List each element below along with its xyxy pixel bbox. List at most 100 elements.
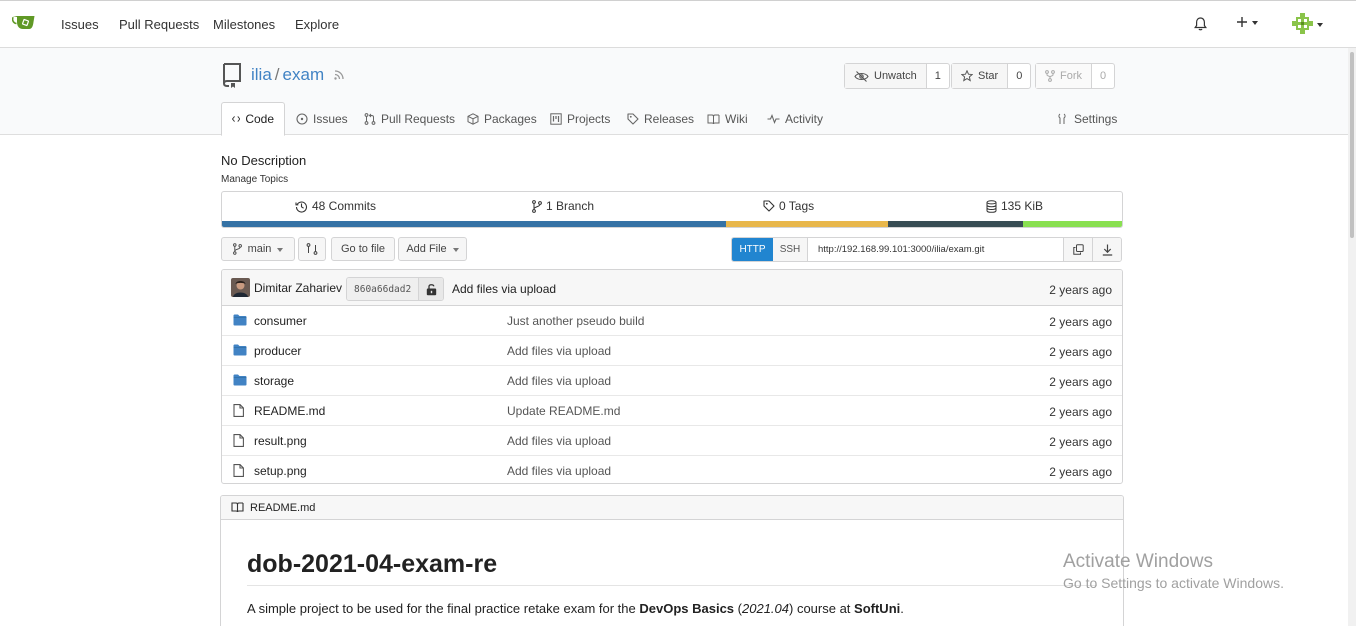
- star-button[interactable]: Star: [952, 64, 1009, 88]
- commit-author[interactable]: Dimitar Zahariev: [254, 281, 342, 295]
- nav-pull-requests-link[interactable]: Pull Requests: [119, 17, 199, 32]
- user-avatar-icon: [1292, 13, 1313, 34]
- commit-message[interactable]: Add files via upload: [452, 282, 556, 296]
- book-icon: [707, 114, 720, 124]
- copy-url-button[interactable]: [1063, 238, 1092, 261]
- notifications-bell-icon[interactable]: [1194, 17, 1207, 31]
- activate-windows-watermark: Activate Windows Go to Settings to activ…: [1063, 551, 1284, 591]
- gitea-logo-icon[interactable]: [12, 14, 36, 32]
- manage-topics-link[interactable]: Manage Topics: [221, 174, 288, 185]
- file-table: Dimitar Zahariev 860a66dad2 Add files vi…: [221, 269, 1123, 484]
- package-icon: [467, 113, 479, 125]
- star-count[interactable]: 0: [1008, 64, 1030, 88]
- fork-button-group: Fork 0: [1035, 63, 1116, 89]
- create-new-menu[interactable]: [1236, 16, 1258, 28]
- file-commit-message[interactable]: Just another pseudo build: [507, 314, 644, 328]
- author-avatar[interactable]: [231, 278, 250, 297]
- language-stats-bar[interactable]: [222, 221, 1122, 227]
- unwatch-button[interactable]: Unwatch: [845, 64, 927, 88]
- folder-icon: [233, 344, 247, 356]
- tab-pull-requests[interactable]: Pull Requests: [354, 102, 465, 136]
- book-icon: [231, 502, 244, 513]
- branches-link[interactable]: 1 Branch: [532, 199, 594, 213]
- chevron-down-icon: [1252, 21, 1258, 25]
- star-button-group: Star 0: [951, 63, 1032, 89]
- repo-name-link[interactable]: exam: [283, 65, 325, 85]
- file-name[interactable]: storage: [254, 374, 294, 388]
- tab-wiki-label: Wiki: [725, 112, 748, 126]
- nav-issues-link[interactable]: Issues: [61, 17, 99, 32]
- tools-icon: [1058, 113, 1066, 124]
- tab-wiki[interactable]: Wiki: [697, 102, 758, 136]
- repo-owner-link[interactable]: ilia: [251, 65, 272, 85]
- readme-divider: [247, 585, 1097, 586]
- history-icon: [295, 200, 308, 213]
- branch-name: main: [247, 243, 272, 255]
- clone-url-input[interactable]: [808, 238, 1063, 261]
- unlock-icon[interactable]: [419, 278, 444, 300]
- repo-tabs: Code Issues Pull Requests Packages Proje…: [221, 102, 1121, 136]
- tab-code[interactable]: Code: [221, 102, 285, 136]
- fork-icon: [1045, 70, 1055, 82]
- tab-pull-requests-label: Pull Requests: [381, 112, 456, 126]
- tab-issues-label: Issues: [313, 112, 348, 126]
- chevron-down-icon: [277, 248, 284, 252]
- file-commit-message[interactable]: Add files via upload: [507, 464, 611, 478]
- readme-bold-text: DevOps Basics: [639, 601, 735, 616]
- file-name[interactable]: producer: [254, 344, 301, 358]
- tab-activity[interactable]: Activity: [757, 102, 833, 136]
- tab-releases[interactable]: Releases: [617, 102, 704, 136]
- file-row: setup.png Add files via upload 2 years ago: [222, 456, 1122, 483]
- watch-count[interactable]: 1: [927, 64, 949, 88]
- file-name[interactable]: result.png: [254, 434, 307, 448]
- tab-packages[interactable]: Packages: [457, 102, 547, 136]
- file-commit-message[interactable]: Add files via upload: [507, 434, 611, 448]
- file-name[interactable]: setup.png: [254, 464, 307, 478]
- commits-link[interactable]: 48 Commits: [295, 199, 376, 213]
- rss-icon[interactable]: [333, 69, 345, 81]
- file-name[interactable]: README.md: [254, 404, 325, 418]
- file-commit-age: 2 years ago: [1049, 405, 1112, 419]
- file-icon: [233, 404, 244, 417]
- tab-projects[interactable]: Projects: [540, 102, 620, 136]
- nav-explore-link[interactable]: Explore: [295, 17, 339, 32]
- language-segment[interactable]: [888, 221, 1023, 227]
- file-name[interactable]: consumer: [254, 314, 307, 328]
- repo-icon: [222, 63, 241, 88]
- file-icon: [233, 434, 244, 447]
- readme-text: ) course at: [789, 601, 855, 616]
- fork-button[interactable]: Fork: [1036, 64, 1092, 88]
- add-file-dropdown[interactable]: Add File: [398, 237, 467, 261]
- tab-issues[interactable]: Issues: [286, 102, 358, 136]
- file-commit-message[interactable]: Update README.md: [507, 404, 620, 418]
- http-clone-button[interactable]: HTTP: [732, 238, 773, 261]
- file-commit-message[interactable]: Add files via upload: [507, 374, 611, 388]
- star-icon: [961, 70, 973, 82]
- download-button[interactable]: [1092, 238, 1121, 261]
- ssh-clone-button[interactable]: SSH: [773, 238, 808, 261]
- repo-header: ilia / exam Unwatch 1 Star 0 Fork 0 Code: [0, 48, 1348, 136]
- language-segment[interactable]: [1023, 221, 1122, 227]
- tags-link[interactable]: 0 Tags: [763, 199, 814, 213]
- download-icon: [1102, 244, 1112, 256]
- file-row: producer Add files via upload 2 years ago: [222, 336, 1122, 366]
- file-commit-age: 2 years ago: [1049, 435, 1112, 449]
- issue-opened-icon: [296, 113, 308, 125]
- user-menu[interactable]: [1292, 13, 1323, 34]
- commit-sha[interactable]: 860a66dad2: [347, 278, 420, 300]
- file-commit-message[interactable]: Add files via upload: [507, 344, 611, 358]
- readme-filename[interactable]: README.md: [250, 502, 315, 514]
- file-icon: [233, 464, 244, 477]
- branch-selector[interactable]: main: [221, 237, 295, 261]
- fork-count[interactable]: 0: [1092, 64, 1114, 88]
- language-segment[interactable]: [222, 221, 726, 227]
- compare-button[interactable]: [298, 237, 326, 261]
- nav-milestones-link[interactable]: Milestones: [213, 17, 275, 32]
- language-segment[interactable]: [726, 221, 888, 227]
- repo-separator: /: [274, 65, 280, 84]
- file-commit-age: 2 years ago: [1049, 465, 1112, 479]
- tab-settings[interactable]: Settings: [1047, 102, 1127, 136]
- commits-count: 48 Commits: [312, 199, 377, 213]
- go-to-file-button[interactable]: Go to file: [331, 237, 395, 261]
- scrollbar-thumb[interactable]: [1350, 52, 1354, 238]
